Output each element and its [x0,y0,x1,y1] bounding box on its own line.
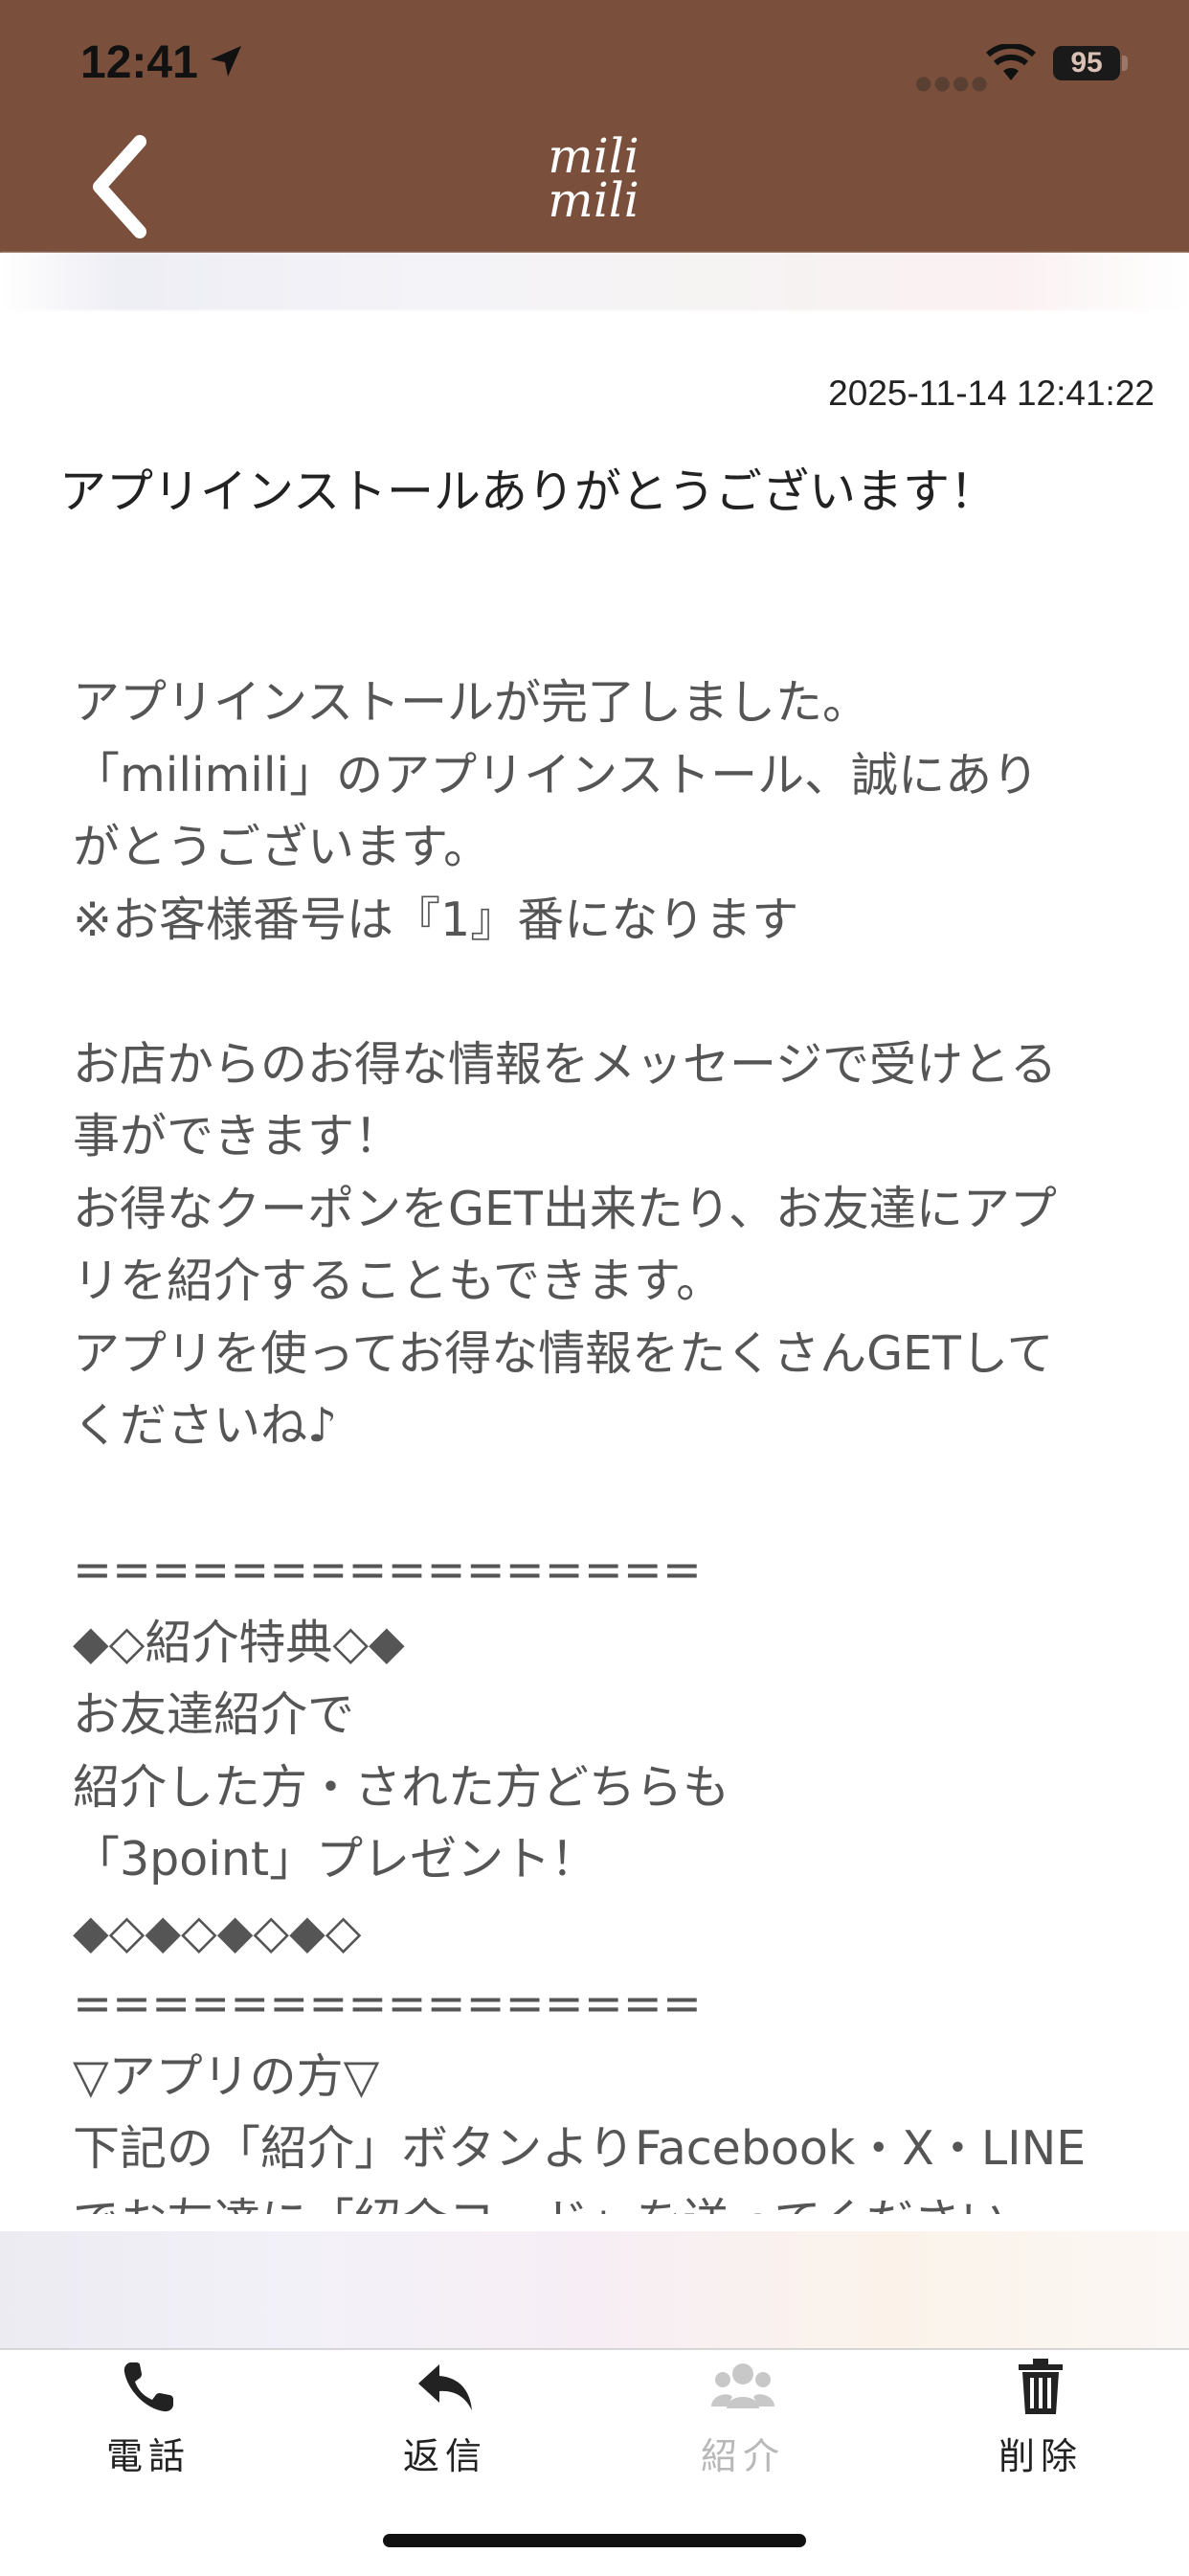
reply-button[interactable]: 返信 [349,2354,541,2488]
battery-tip [1122,56,1128,71]
message-timestamp: 2025-11-14 12:41:22 [828,373,1155,413]
tab-label-phone: 電話 [105,2435,191,2477]
delete-button[interactable]: 削除 [945,2354,1136,2488]
tab-label-delete: 削除 [998,2435,1083,2477]
battery-indicator: 95 [1053,46,1120,80]
message-title: アプリインストールありがとうございます！ [59,464,998,519]
chevron-left-icon [93,135,146,238]
signal-icon: ●●●● [915,71,990,94]
location-arrow-icon [211,46,241,77]
logo-line-2: mili [548,172,639,228]
tab-label-reply: 返信 [402,2435,487,2477]
status-time: 12:41 [80,37,198,88]
reply-icon [418,2364,472,2410]
share-button[interactable]: 紹介 [647,2354,839,2488]
decorative-band-top [0,253,1189,310]
tab-label-share: 紹介 [700,2435,785,2477]
phone-icon [123,2362,173,2412]
back-button[interactable] [77,134,163,239]
home-indicator[interactable] [383,2534,806,2547]
trash-icon [1019,2359,1063,2414]
decorative-band-bottom [0,2231,1189,2348]
message-body: アプリインストールが完了しました。 「milimili」のアプリインストール、誠… [73,675,1087,2214]
phone-button[interactable]: 電話 [53,2354,244,2488]
app-logo: mili mili [479,132,708,249]
wifi-icon [986,44,1036,80]
users-icon [711,2363,774,2408]
